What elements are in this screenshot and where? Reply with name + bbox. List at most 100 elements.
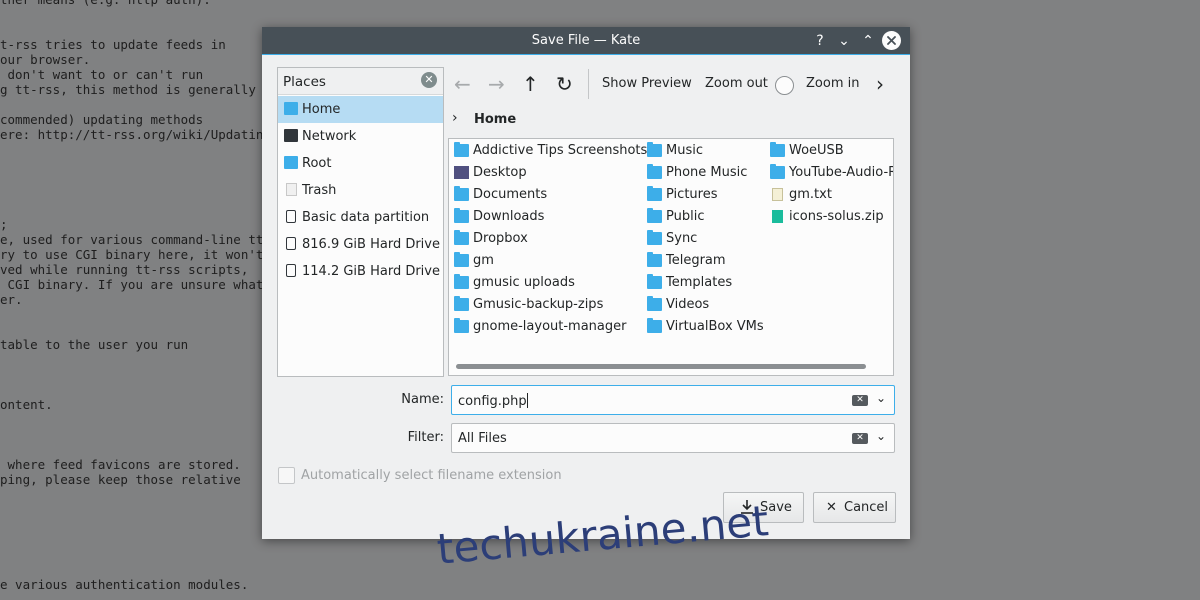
trash-icon (286, 183, 297, 196)
folder-icon (647, 230, 662, 245)
filename-combobox[interactable]: config.php ✕ ⌄ (451, 385, 895, 415)
folder-icon (647, 318, 662, 333)
folder-icon (770, 142, 785, 157)
folder-icon (454, 318, 469, 333)
file-name: Templates (666, 275, 733, 290)
up-button[interactable]: ↑ (522, 69, 539, 99)
place-item-114-2-gib-hard-drive[interactable]: 114.2 GiB Hard Drive (278, 258, 443, 285)
cancel-button[interactable]: ✕ Cancel (813, 492, 896, 523)
editor-line: er. (0, 292, 23, 307)
clear-filter-icon[interactable]: ✕ (852, 433, 868, 444)
place-item-home[interactable]: Home (278, 96, 443, 123)
file-name: Public (666, 209, 705, 224)
editor-line: ry to use CGI binary here, it won't w (0, 247, 279, 262)
editor-line: ere: http://tt-rss.org/wiki/UpdatingF (0, 127, 279, 142)
forward-button[interactable]: → (488, 69, 505, 99)
file-name: gmusic uploads (473, 275, 575, 290)
file-name: VirtualBox VMs (666, 319, 764, 334)
name-label: Name: (401, 392, 444, 407)
file-name: gm (473, 253, 494, 268)
folder-icon (454, 230, 469, 245)
close-icon: ✕ (826, 500, 837, 515)
editor-line: ved while running tt-rss scripts, (0, 262, 249, 277)
file-name: Sync (666, 231, 698, 246)
places-panel: Places ✕ Home Network Root Trash Basic data … (277, 67, 444, 377)
zoom-slider[interactable] (775, 76, 794, 95)
editor-line: our browser. (0, 52, 91, 67)
folder-icon (454, 252, 469, 267)
editor-line: ping, please keep those relative (0, 472, 241, 487)
show-preview-button[interactable]: Show Preview (602, 69, 692, 99)
file-name: Music (666, 143, 703, 158)
titlebar[interactable]: Save File — Kate ? ⌄ ⌃ (262, 27, 910, 54)
folder-icon (454, 142, 469, 157)
text-file-icon (772, 188, 783, 201)
save-file-dialog: Save File — Kate ? ⌄ ⌃ Places ✕ Home Netw… (262, 27, 910, 539)
file-view[interactable]: Addictive Tips Screenshots Desktop Documen… (448, 138, 894, 376)
drive-icon (286, 264, 296, 277)
desktop-folder-icon (454, 166, 469, 179)
more-options-button[interactable]: › (876, 69, 884, 99)
folder-icon (647, 142, 662, 157)
file-name: Phone Music (666, 165, 748, 180)
file-name: Telegram (666, 253, 726, 268)
place-item-816-9-gib-hard-drive[interactable]: 816.9 GiB Hard Drive (278, 231, 443, 258)
places-close-button[interactable]: ✕ (421, 72, 437, 88)
place-item-label: 816.9 GiB Hard Drive (302, 237, 440, 252)
home-folder-icon (284, 102, 298, 115)
places-header-label: Places (283, 74, 326, 90)
minimize-button[interactable]: ⌄ (834, 31, 854, 51)
editor-line: where feed favicons are stored. (0, 457, 241, 472)
horizontal-scrollbar[interactable] (456, 364, 866, 369)
maximize-button[interactable]: ⌃ (858, 31, 878, 51)
folder-icon (647, 274, 662, 289)
place-item-root[interactable]: Root (278, 150, 443, 177)
file-name: Videos (666, 297, 710, 312)
close-window-button[interactable] (882, 31, 901, 50)
editor-line: e, used for various command-line tt-r (0, 232, 279, 247)
network-icon (284, 129, 298, 142)
folder-icon (647, 208, 662, 223)
filter-label: Filter: (407, 430, 444, 445)
chevron-down-icon[interactable]: ⌄ (876, 391, 886, 405)
file-name: Dropbox (473, 231, 528, 246)
auto-extension-label: Automatically select filename extension (301, 468, 562, 483)
file-name: WoeUSB (789, 143, 844, 158)
help-button[interactable]: ? (810, 31, 830, 51)
file-name: Addictive Tips Screenshots (473, 143, 648, 158)
filename-value: config.php (458, 394, 527, 409)
zoom-out-button[interactable]: Zoom out (705, 69, 768, 99)
place-item-basic-data-partition[interactable]: Basic data partition (278, 204, 443, 231)
place-item-network[interactable]: Network (278, 123, 443, 150)
place-item-trash[interactable]: Trash (278, 177, 443, 204)
text-caret (526, 393, 528, 408)
toolbar-separator (588, 69, 589, 99)
drive-icon (286, 210, 296, 223)
editor-line: table to the user you run (0, 337, 189, 352)
auto-extension-checkbox[interactable] (278, 467, 295, 484)
file-name: Desktop (473, 165, 527, 180)
breadcrumb-home[interactable]: Home (474, 112, 516, 127)
filter-combobox[interactable]: All Files ✕ ⌄ (451, 423, 895, 453)
back-button[interactable]: ← (454, 69, 471, 99)
folder-icon (284, 156, 298, 169)
titlebar-accent-line (262, 54, 910, 55)
reload-button[interactable]: ↻ (556, 69, 573, 99)
file-name: Pictures (666, 187, 718, 202)
drive-icon (286, 237, 296, 250)
editor-line: ontent. (0, 397, 53, 412)
editor-line: CGI binary. If you are unsure what t (0, 277, 279, 292)
place-item-label: 114.2 GiB Hard Drive (302, 264, 440, 279)
place-item-label: Basic data partition (302, 210, 430, 225)
filter-value: All Files (458, 431, 507, 446)
editor-line: don't want to or can't run (0, 67, 204, 82)
zoom-in-button[interactable]: Zoom in (806, 69, 859, 99)
toolbar: ← → ↑ ↻ Show Preview Zoom out Zoom in › (452, 69, 902, 99)
breadcrumb-chevron-icon[interactable]: › (452, 110, 458, 126)
editor-line: t-rss tries to update feeds in (0, 37, 226, 52)
clear-filename-icon[interactable]: ✕ (852, 395, 868, 406)
chevron-down-icon[interactable]: ⌄ (876, 429, 886, 443)
folder-icon (647, 252, 662, 267)
close-icon (887, 36, 896, 45)
filename-input[interactable]: config.php (458, 393, 528, 409)
